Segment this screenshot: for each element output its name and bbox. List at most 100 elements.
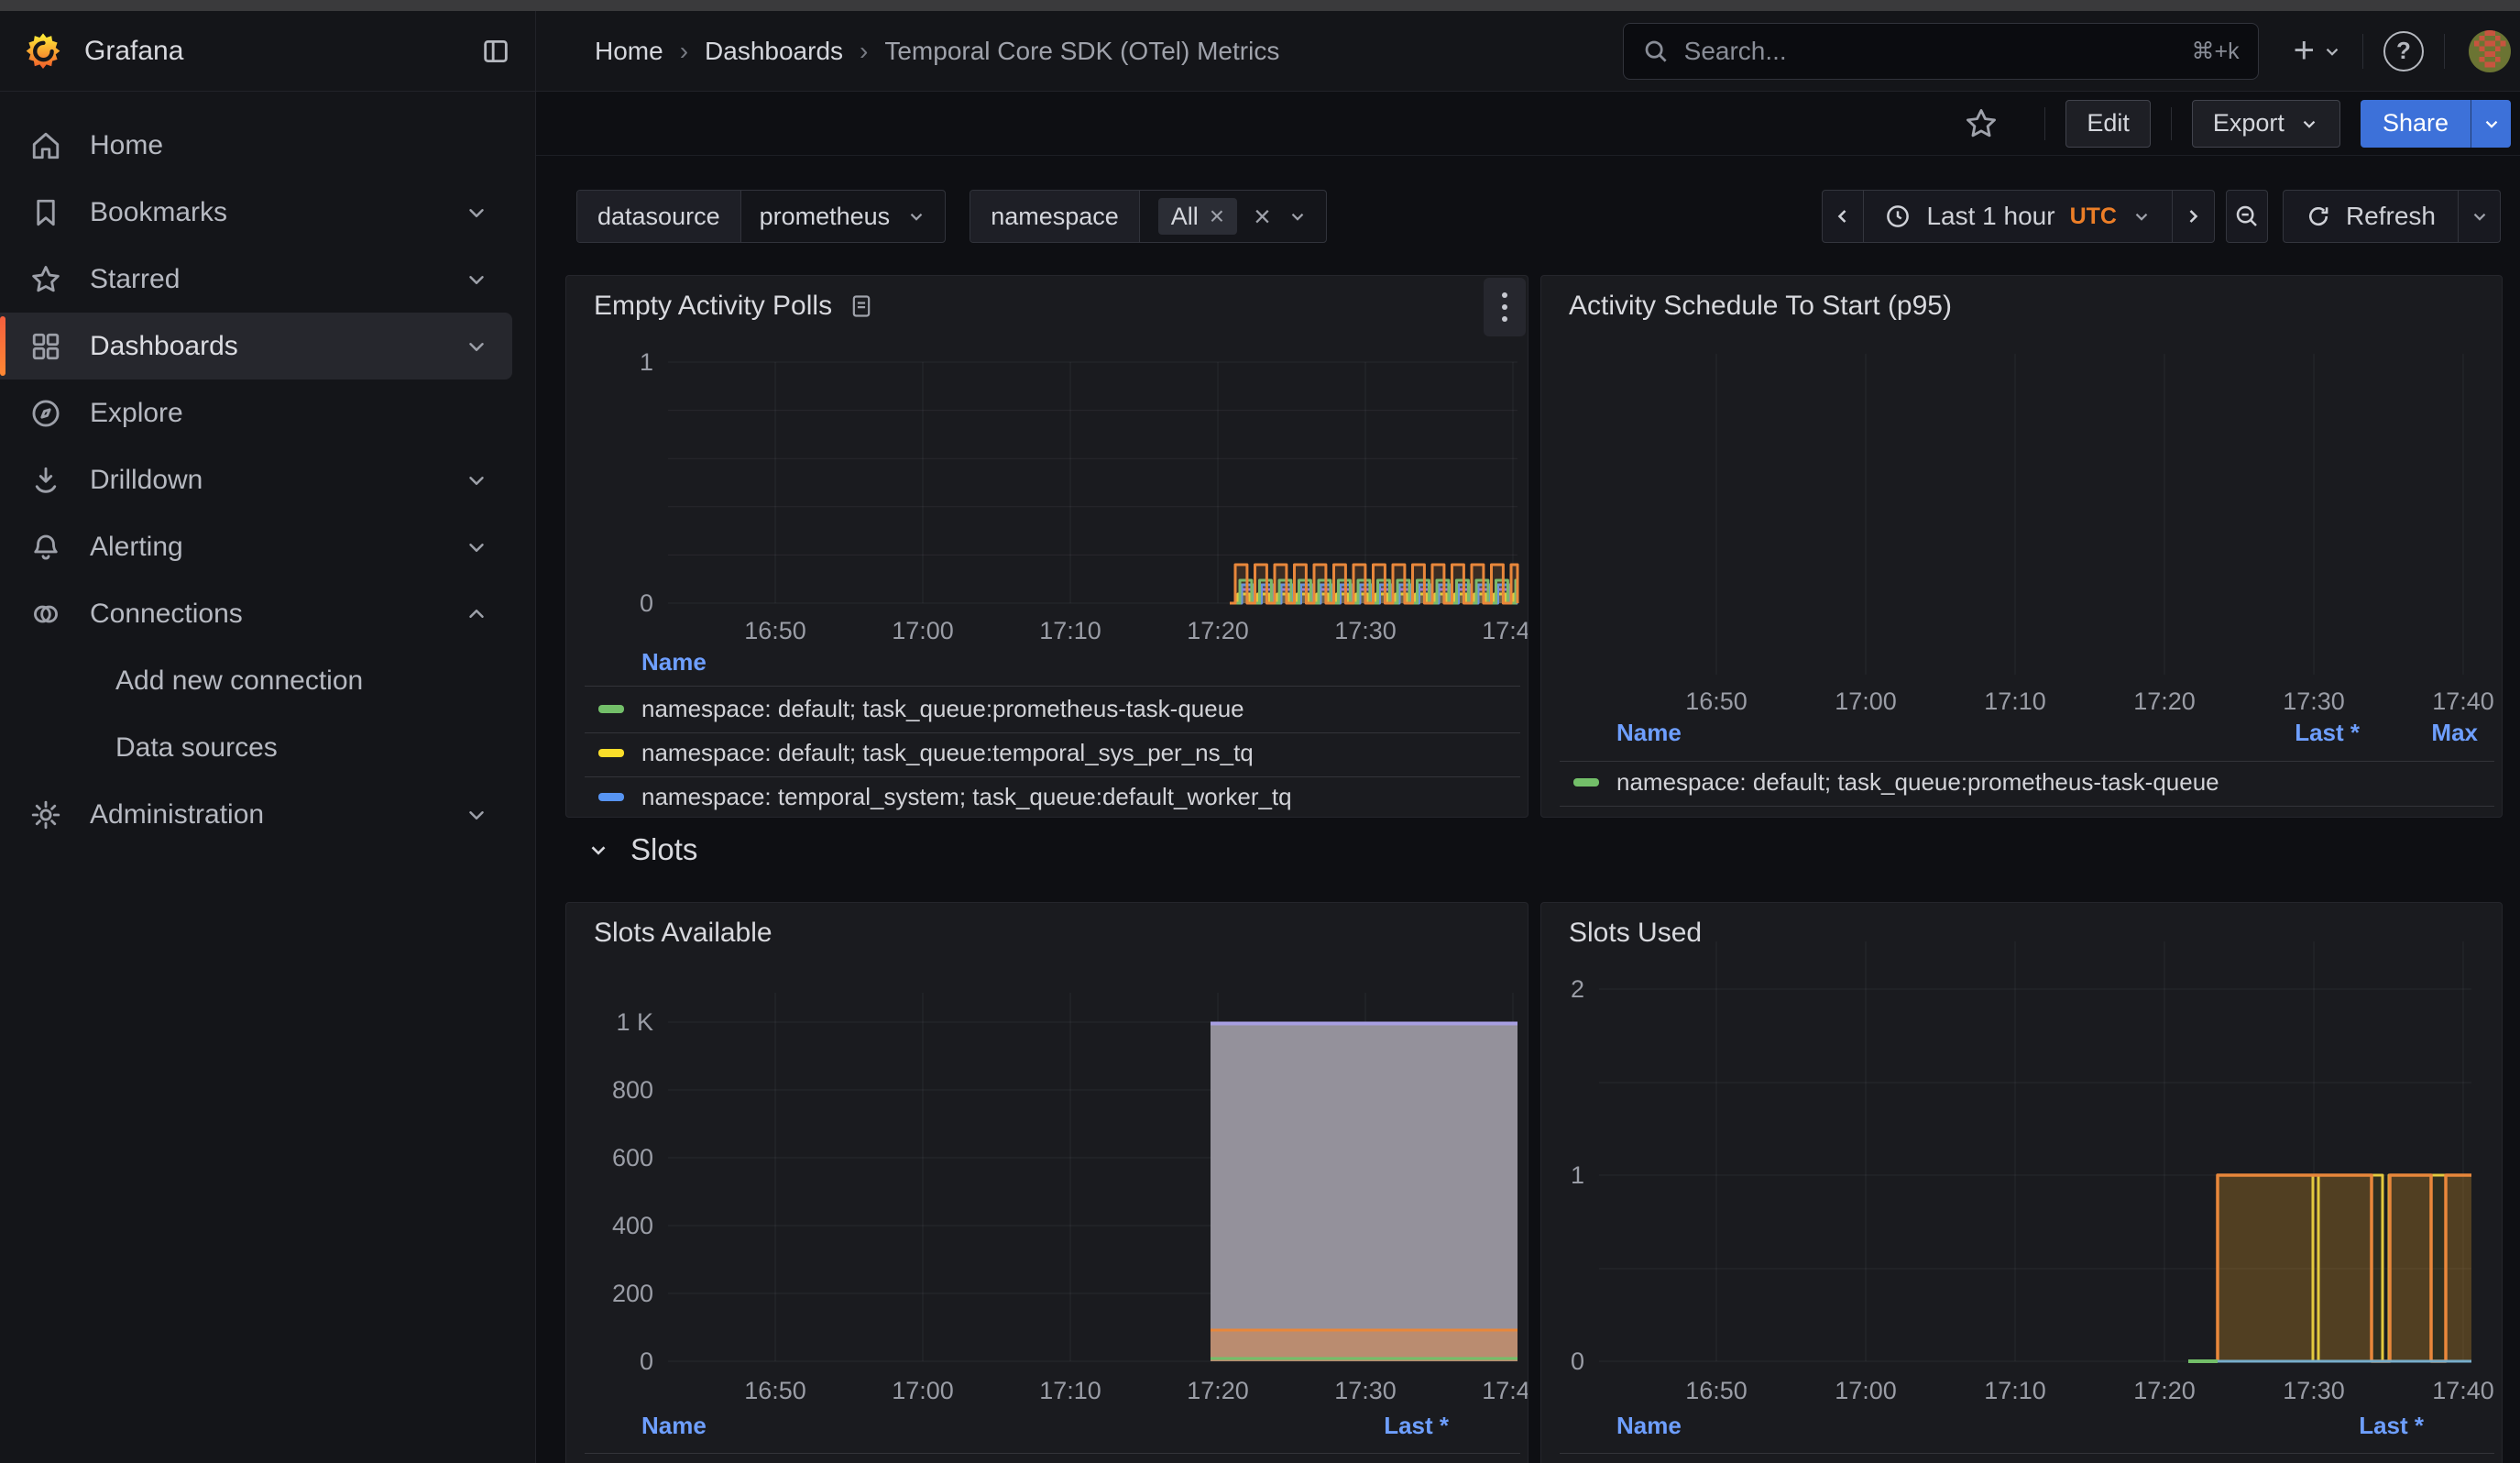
legend-column-name[interactable]: Name [641, 1412, 707, 1440]
chart-plot-area[interactable]: 1 K800600400200016:5017:0017:1017:2017:3… [566, 903, 1528, 1463]
chevron-down-icon [2482, 114, 2502, 134]
legend-row[interactable]: namespace: default; task_queue:prometheu… [1541, 766, 2502, 798]
panel-menu-kebab-icon[interactable] [1484, 278, 1526, 336]
legend-column-last[interactable]: Last * [2295, 719, 2360, 747]
legend-row[interactable]: namespace: default; task_queue:temporal_… [566, 737, 1528, 768]
share-dropdown-button[interactable] [2471, 100, 2511, 148]
sidebar-item-drilldown[interactable]: Drilldown [0, 446, 512, 513]
legend-row[interactable]: namespace: default; task_queue:prometheu… [1541, 1458, 2502, 1463]
namespace-filter-value[interactable]: All × × [1140, 191, 1326, 242]
sidebar-item-alerting[interactable]: Alerting [0, 513, 512, 580]
series-swatch [598, 749, 624, 757]
time-range-picker[interactable]: Last 1 hour UTC [1864, 190, 2173, 243]
section-row-slots[interactable]: Slots [586, 820, 697, 879]
sidebar-item-administration[interactable]: Administration [0, 781, 512, 848]
chevron-down-icon [906, 206, 926, 226]
namespace-filter-pill[interactable]: All × [1158, 198, 1237, 235]
series-label[interactable]: namespace: default; task_queue:prometheu… [1616, 1459, 2219, 1463]
legend-row[interactable]: namespace: default; task_queue:prometheu… [566, 1458, 1528, 1463]
avatar[interactable] [2469, 30, 2511, 72]
series-swatch [598, 793, 624, 801]
sidebar-item-label: Connections [90, 599, 243, 630]
sidebar-item-explore[interactable]: Explore [0, 380, 512, 446]
refresh-button[interactable]: Refresh [2283, 190, 2459, 243]
help-button[interactable]: ? [2383, 31, 2424, 72]
sidebar-item-add-new-connection[interactable]: Add new connection [0, 647, 512, 714]
datasource-filter-value[interactable]: prometheus [741, 191, 946, 242]
time-shift-forward-button[interactable] [2173, 190, 2215, 243]
svg-text:17:10: 17:10 [1039, 1377, 1101, 1404]
search-placeholder: Search... [1684, 37, 1787, 66]
panel-slots-available: Slots Available1 K800600400200016:5017:0… [565, 902, 1528, 1463]
favorite-star-icon[interactable] [1964, 106, 1999, 141]
share-button[interactable]: Share [2361, 100, 2471, 148]
edit-button[interactable]: Edit [2065, 100, 2151, 148]
add-menu-button[interactable]: + [2294, 30, 2342, 72]
svg-text:0: 0 [1571, 1348, 1584, 1375]
sidebar-item-label: Bookmarks [90, 197, 227, 228]
sidebar-item-connections[interactable]: Connections [0, 580, 512, 647]
legend-header: Name Last * Max [1541, 719, 2502, 750]
chart-plot-area[interactable]: 21016:5017:0017:1017:2017:3017:40 [1541, 903, 2502, 1463]
sidebar-toggle-icon[interactable] [480, 36, 511, 67]
svg-text:16:50: 16:50 [744, 617, 806, 644]
sidebar-header: Grafana [0, 11, 535, 92]
legend-header: Name Last * [1541, 1412, 2502, 1443]
breadcrumb-home[interactable]: Home [595, 37, 663, 66]
legend-separator [1560, 761, 2494, 762]
legend-header: Name [566, 648, 1528, 679]
panel-description-icon[interactable] [849, 293, 874, 319]
bookmark-icon [27, 196, 64, 229]
sidebar-item-home[interactable]: Home [0, 112, 512, 179]
sidebar-item-data-sources[interactable]: Data sources [0, 714, 512, 781]
legend-column-name[interactable]: Name [1616, 719, 1682, 747]
svg-text:17:00: 17:00 [892, 617, 954, 644]
breadcrumb-dashboards[interactable]: Dashboards [705, 37, 843, 66]
chart-plot-area[interactable]: 1016:5017:0017:1017:2017:3017:40 [566, 276, 1528, 817]
svg-text:600: 600 [612, 1144, 653, 1172]
legend-row[interactable]: namespace: temporal_system; task_queue:d… [566, 781, 1528, 812]
sidebar-item-starred[interactable]: Starred [0, 246, 512, 313]
namespace-filter-label: namespace [970, 191, 1140, 242]
close-icon[interactable]: × [1210, 204, 1224, 229]
time-shift-back-button[interactable] [1822, 190, 1864, 243]
svg-text:17:20: 17:20 [2133, 1377, 2196, 1404]
toolbar-divider [2044, 107, 2045, 140]
drilldown-icon [27, 464, 64, 497]
search-input[interactable]: Search... ⌘+k [1623, 23, 2259, 80]
legend-column-last[interactable]: Last * [2359, 1412, 2424, 1440]
clock-icon [1884, 203, 1912, 230]
sidebar-item-bookmarks[interactable]: Bookmarks [0, 179, 512, 246]
grafana-logo-icon[interactable] [24, 30, 62, 72]
svg-text:17:00: 17:00 [1835, 688, 1897, 715]
series-label[interactable]: namespace: default; task_queue:prometheu… [1616, 768, 2219, 797]
series-label[interactable]: namespace: default; task_queue:temporal_… [641, 739, 1254, 767]
search-icon [1642, 38, 1670, 65]
series-label[interactable]: namespace: default; task_queue:prometheu… [641, 695, 1244, 723]
svg-text:17:40: 17:40 [1482, 1377, 1528, 1404]
panel-title[interactable]: Activity Schedule To Start (p95) [1569, 291, 1952, 322]
legend-separator [585, 1453, 1520, 1454]
series-label[interactable]: namespace: temporal_system; task_queue:d… [641, 783, 1292, 811]
legend-column-last[interactable]: Last * [1384, 1412, 1449, 1440]
legend-column-name[interactable]: Name [1616, 1412, 1682, 1440]
legend-row[interactable]: namespace: default; task_queue:prometheu… [566, 693, 1528, 724]
svg-text:17:40: 17:40 [2432, 1377, 2494, 1404]
time-range-label: Last 1 hour [1926, 202, 2054, 231]
panel-title[interactable]: Slots Used [1569, 918, 1702, 949]
breadcrumb-current: Temporal Core SDK (OTel) Metrics [884, 37, 1279, 66]
panel-title[interactable]: Slots Available [594, 918, 772, 949]
refresh-interval-dropdown[interactable] [2459, 190, 2501, 243]
legend-column-max[interactable]: Max [2431, 719, 2478, 747]
series-swatch [1573, 778, 1599, 786]
legend-column-name[interactable]: Name [641, 648, 707, 676]
sidebar-item-dashboards[interactable]: Dashboards [0, 313, 512, 380]
close-icon[interactable]: × [1254, 202, 1271, 231]
zoom-out-button[interactable] [2226, 190, 2268, 243]
svg-text:17:00: 17:00 [892, 1377, 954, 1404]
panel-title[interactable]: Empty Activity Polls [594, 291, 874, 322]
chevron-down-icon [2470, 206, 2490, 226]
series-label[interactable]: namespace: default; task_queue:prometheu… [641, 1459, 1244, 1463]
panel-empty-activity-polls: Empty Activity Polls 1016:5017:0017:1017… [565, 275, 1528, 818]
export-button[interactable]: Export [2192, 100, 2340, 148]
